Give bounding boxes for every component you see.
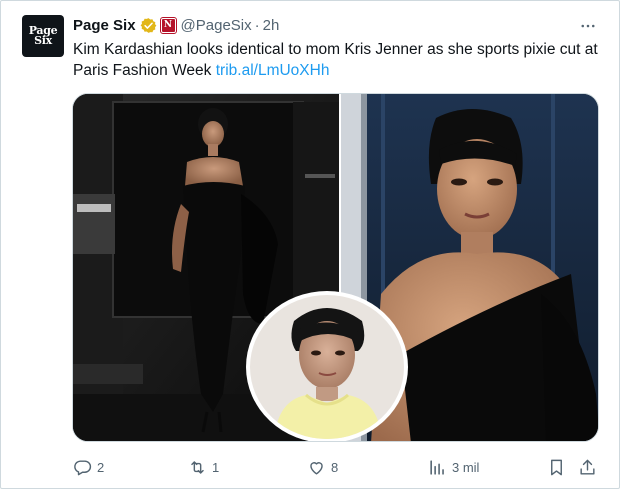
author-handle[interactable]: @PageSix: [181, 17, 252, 34]
tweet-actions: 2 1 8 3 mil: [73, 456, 603, 478]
views-button[interactable]: 3 mil: [428, 456, 479, 478]
tweet-card[interactable]: Page Six Page Six N @PageSix · 2h Kim Ka…: [0, 0, 620, 489]
tweet-text: Kim Kardashian looks identical to mom Kr…: [73, 39, 603, 81]
share-icon: [580, 459, 595, 475]
like-button[interactable]: 8: [307, 456, 338, 478]
like-icon: [310, 461, 323, 475]
reply-icon: [74, 459, 92, 475]
views-count: 3 mil: [452, 459, 480, 475]
verified-badge-icon: [140, 17, 156, 33]
bookmark-button[interactable]: [547, 456, 566, 478]
tweet-body: Kim Kardashian looks identical to mom Kr…: [73, 41, 598, 79]
author-name[interactable]: Page Six: [73, 17, 136, 34]
separator-dot: ·: [254, 16, 260, 34]
views-icon: [430, 459, 444, 475]
reply-button[interactable]: 2: [73, 456, 104, 478]
tweet-media[interactable]: [72, 93, 599, 442]
like-count: 8: [331, 459, 339, 475]
tweet-timestamp[interactable]: 2h: [263, 17, 280, 34]
retweet-count: 1: [212, 459, 220, 475]
retweet-icon: [191, 460, 204, 474]
affiliate-badge-icon[interactable]: N: [159, 16, 177, 34]
more-icon[interactable]: [577, 15, 599, 37]
bookmark-icon: [551, 459, 562, 475]
share-button[interactable]: [578, 456, 597, 478]
retweet-button[interactable]: 1: [188, 456, 219, 478]
author-avatar[interactable]: Page Six: [22, 15, 64, 57]
tweet-header: Page Six N @PageSix · 2h: [73, 15, 279, 35]
tweet-link[interactable]: trib.al/LmUoXHh: [216, 62, 330, 79]
avatar-text-line2: Six: [34, 34, 52, 47]
media-inset-portrait[interactable]: [246, 291, 408, 442]
reply-count: 2: [97, 459, 105, 475]
